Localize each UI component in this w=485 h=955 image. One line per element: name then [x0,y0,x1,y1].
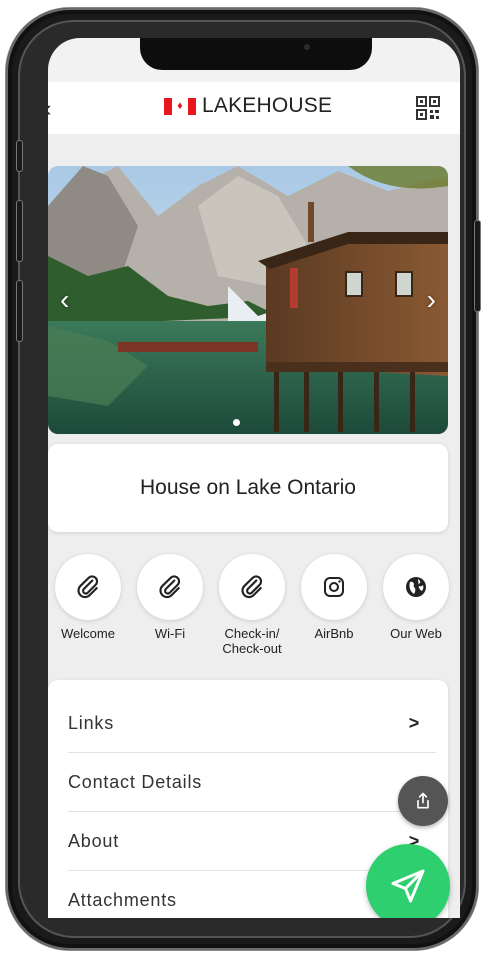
action-wifi[interactable]: Wi-Fi [134,554,206,656]
chevron-right-icon: > [408,712,420,733]
action-welcome[interactable]: Welcome [52,554,124,656]
phone-notch [140,38,372,70]
send-icon [391,869,425,903]
action-airbnb[interactable]: AirBnb [298,554,370,656]
lake-house-photo [48,166,448,434]
hero-carousel[interactable]: ‹ › [48,166,448,434]
action-label: Our Web [390,626,442,641]
back-icon[interactable]: ‹ [48,96,51,122]
canada-flag-icon: ♦ [164,97,196,115]
property-title: House on Lake Ontario [48,444,448,532]
menu-item-links[interactable]: Links > [68,694,436,753]
menu-item-label: About [68,830,120,851]
action-label: AirBnb [314,626,354,641]
brand-name: LAKEHOUSE [202,94,333,117]
paperclip-icon[interactable] [137,554,203,620]
app-screen: ‹ ♦ LAKEHOUSE [48,38,460,918]
action-label-line: Check-in/ Check-out [222,626,282,656]
send-button[interactable] [366,844,450,918]
carousel-next-icon[interactable]: › [427,284,436,316]
instagram-icon[interactable] [301,554,367,620]
menu-item-label: Links [68,712,115,733]
quick-actions: Welcome Wi-Fi Check-in/ Check-out AirBnb… [52,554,452,656]
paperclip-icon[interactable] [219,554,285,620]
mute-switch [16,140,23,172]
carousel-prev-icon[interactable]: ‹ [60,284,69,316]
qr-code-icon[interactable] [416,96,440,120]
action-label: Wi-Fi [154,626,186,641]
volume-down-button [16,280,23,342]
share-icon [417,792,429,809]
paperclip-icon[interactable] [55,554,121,620]
menu-item-contact-details[interactable]: Contact Details [68,753,436,812]
globe-icon[interactable] [383,554,449,620]
volume-up-button [16,200,23,262]
action-label: Welcome [61,626,115,641]
brand-title: ♦ LAKEHOUSE [164,94,332,118]
action-label: Check-in/ Check-out [222,626,281,656]
share-button[interactable] [398,776,448,826]
menu-item-label: Attachments [68,889,177,910]
action-our-web[interactable]: Our Web [380,554,452,656]
menu-item-label: Contact Details [68,771,203,792]
action-checkin-checkout[interactable]: Check-in/ Check-out [216,554,288,656]
carousel-dot[interactable] [233,419,240,426]
carousel-dots [233,419,240,426]
power-button [474,220,481,312]
